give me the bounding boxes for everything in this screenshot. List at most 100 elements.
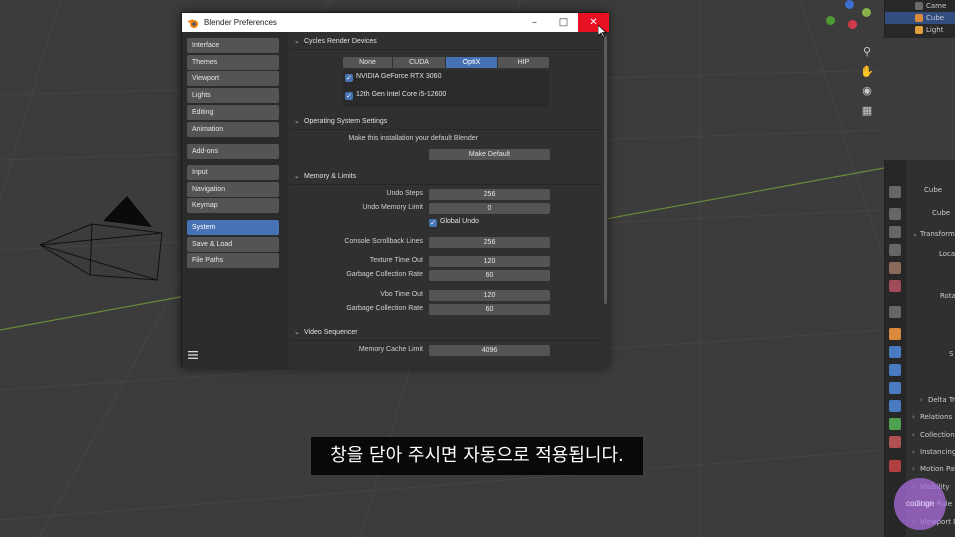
channel-watermark: codingn (894, 478, 946, 530)
make-default-button[interactable]: Make Default (429, 149, 550, 160)
zoom-icon[interactable]: ⚲ (860, 45, 874, 59)
device-1-checkbox[interactable]: ✓ (345, 74, 353, 82)
vbo-timeout-field[interactable]: 120 (429, 290, 550, 301)
transform-panel[interactable]: ⌄ Transform (912, 230, 955, 238)
nav-interface[interactable]: Interface (187, 38, 279, 53)
texture-timeout-field[interactable]: 120 (429, 256, 550, 267)
nav-add-ons[interactable]: Add-ons (187, 144, 279, 159)
camera-icon (915, 2, 923, 10)
panel-cycles-render-devices[interactable]: ⌄ Cycles Render Devices (290, 34, 602, 50)
undo-steps-field[interactable]: 256 (429, 189, 550, 200)
content-scrollbar[interactable] (604, 36, 607, 304)
scene-icon[interactable] (889, 262, 901, 274)
world-icon[interactable] (889, 280, 901, 292)
memory-cache-label: Memory Cache Limit (358, 346, 423, 353)
light-icon (915, 26, 923, 34)
gizmo-x-dot[interactable] (848, 20, 857, 29)
camera-view-icon[interactable]: ◉ (860, 84, 874, 98)
nav-input[interactable]: Input (187, 165, 279, 180)
ortho-grid-icon[interactable]: ▦ (860, 104, 874, 118)
physics-icon[interactable] (889, 382, 901, 394)
nav-animation[interactable]: Animation (187, 122, 279, 137)
gc-rate-field-2[interactable]: 60 (429, 304, 550, 315)
preferences-content[interactable]: ⌄ Cycles Render Devices None CUDA OptiX … (288, 32, 608, 368)
chevron-down-icon: ⌄ (294, 118, 300, 125)
mouse-cursor-icon (598, 25, 607, 38)
mesh-name-field[interactable]: Cube (932, 209, 955, 217)
maximize-button[interactable]: □ (548, 13, 579, 32)
console-scrollback-label: Console Scrollback Lines (344, 238, 423, 245)
outliner-row-cube[interactable]: Cube (885, 12, 955, 24)
object-name-label: Cube (924, 186, 943, 194)
outliner-row-camera[interactable]: Came (885, 0, 955, 12)
panel-delta-transform[interactable]: › Delta Tr (920, 396, 955, 404)
view-layer-icon[interactable] (889, 244, 901, 256)
preferences-window: Blender Preferences – □ ✕ Interface Them… (181, 12, 609, 368)
gc-rate-label-1: Garbage Collection Rate (346, 271, 423, 278)
hamburger-menu-icon[interactable] (188, 351, 198, 359)
nav-file-paths[interactable]: File Paths (187, 253, 279, 268)
nav-viewport[interactable]: Viewport (187, 71, 279, 86)
window-title: Blender Preferences (204, 18, 277, 27)
object-icon[interactable] (889, 328, 901, 340)
constraints-icon[interactable] (889, 400, 901, 412)
nav-themes[interactable]: Themes (187, 55, 279, 70)
device-tab-none[interactable]: None (343, 57, 392, 68)
camera-object (38, 223, 163, 281)
camera-up-triangle (103, 196, 152, 227)
nav-navigation[interactable]: Navigation (187, 182, 279, 197)
chevron-down-icon: ⌄ (294, 173, 300, 180)
minimize-button[interactable]: – (519, 13, 550, 32)
panel-video-sequencer[interactable]: ⌄ Video Sequencer (290, 325, 602, 341)
window-titlebar[interactable]: Blender Preferences – □ ✕ (182, 13, 609, 32)
device-2-label: 12th Gen Intel Core i5-12600 (356, 91, 447, 98)
undo-memory-field[interactable]: 0 (429, 203, 550, 214)
panel-os-settings[interactable]: ⌄ Operating System Settings (290, 114, 602, 130)
global-undo-checkbox[interactable]: ✓ (429, 219, 437, 227)
device-tab-optix[interactable]: OptiX (446, 57, 497, 68)
console-scrollback-field[interactable]: 256 (429, 237, 550, 248)
rotation-label: Rota (940, 292, 955, 300)
nav-system[interactable]: System (187, 220, 279, 235)
panel-relations[interactable]: › Relations (912, 413, 955, 421)
location-label: Locat (939, 250, 955, 258)
video-subtitle: 창을 닫아 주시면 자동으로 적용됩니다. (311, 437, 643, 475)
gizmo-y-pos-dot[interactable] (862, 8, 871, 17)
material-icon[interactable] (889, 436, 901, 448)
scale-label: S (949, 350, 954, 358)
panel-instancing[interactable]: › Instancing (912, 448, 955, 456)
pan-hand-icon[interactable]: ✋ (860, 65, 874, 79)
output-icon[interactable] (889, 226, 901, 238)
chevron-down-icon: ⌄ (294, 329, 300, 336)
panel-collections[interactable]: › Collection (912, 431, 955, 439)
panel-memory-limits[interactable]: ⌄ Memory & Limits (290, 169, 602, 185)
blender-logo-icon (187, 18, 198, 28)
memory-cache-field[interactable]: 4096 (429, 345, 550, 356)
gc-rate-label-2: Garbage Collection Rate (346, 305, 423, 312)
device-1-label: NVIDIA GeForce RTX 3060 (356, 73, 442, 80)
gizmo-y-dot[interactable] (826, 16, 835, 25)
nav-keymap[interactable]: Keymap (187, 198, 279, 213)
collection-icon[interactable] (889, 306, 901, 318)
tool-icon[interactable] (889, 186, 901, 198)
modifier-wrench-icon[interactable] (889, 346, 901, 358)
default-blender-text: Make this installation your default Blen… (348, 135, 478, 142)
nav-lights[interactable]: Lights (187, 88, 279, 103)
nav-editing[interactable]: Editing (187, 105, 279, 120)
texture-timeout-label: Texture Time Out (369, 257, 423, 264)
device-tab-hip[interactable]: HIP (498, 57, 549, 68)
panel-motion-paths[interactable]: › Motion Pat (912, 465, 955, 473)
device-tab-cuda[interactable]: CUDA (393, 57, 445, 68)
chevron-down-icon: ⌄ (294, 38, 300, 45)
properties-tab-strip (885, 160, 906, 537)
outliner: Came Cube Light (884, 0, 955, 38)
texture-icon[interactable] (889, 460, 901, 472)
device-2-checkbox[interactable]: ✓ (345, 92, 353, 100)
render-icon[interactable] (889, 208, 901, 220)
gc-rate-field-1[interactable]: 60 (429, 270, 550, 281)
data-triangle-icon[interactable] (889, 418, 901, 430)
gizmo-z-dot[interactable] (845, 0, 854, 9)
particles-icon[interactable] (889, 364, 901, 376)
nav-save-load[interactable]: Save & Load (187, 237, 279, 252)
outliner-row-light[interactable]: Light (885, 24, 955, 36)
